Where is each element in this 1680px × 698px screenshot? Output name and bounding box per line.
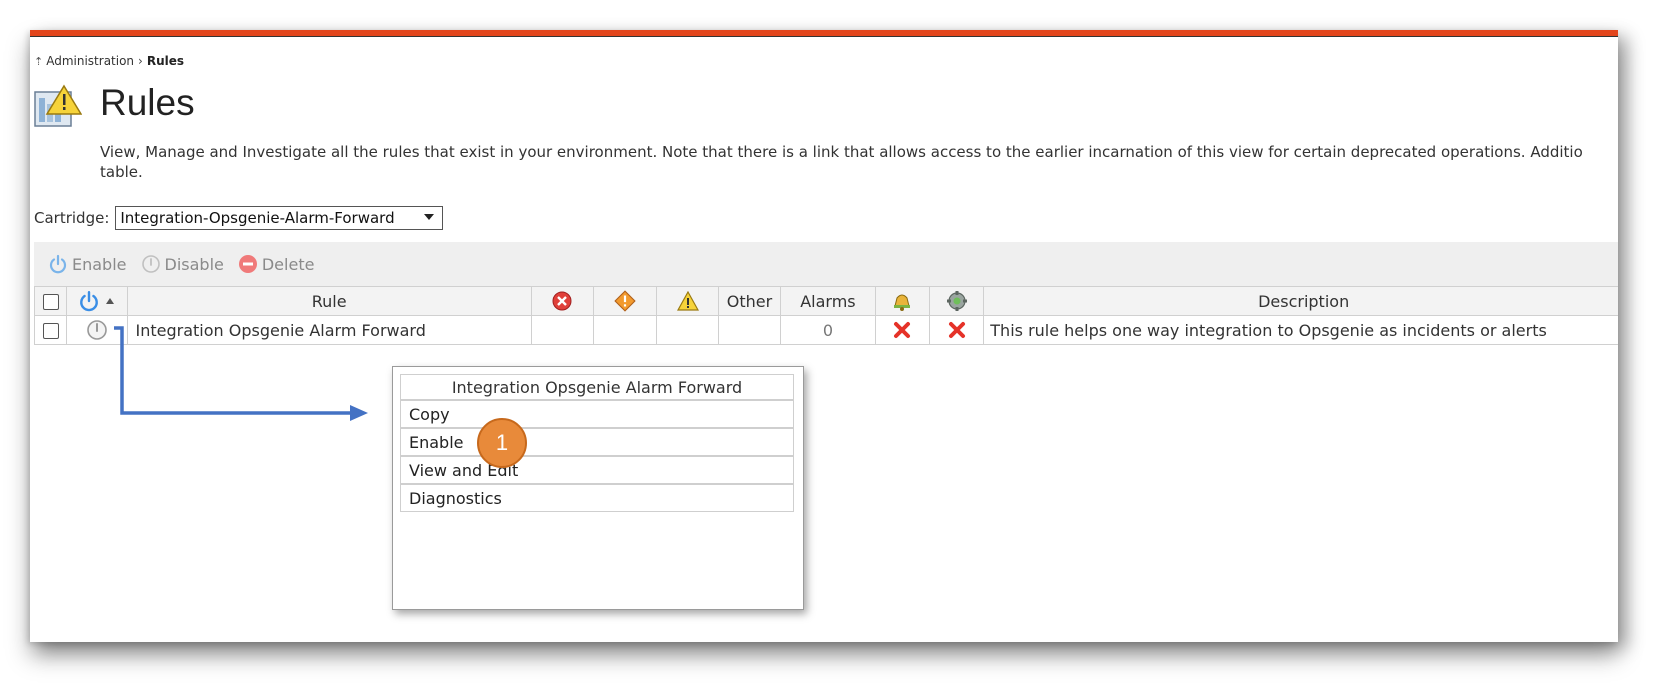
warning-column-header[interactable]: [656, 286, 719, 316]
rules-page-icon: [34, 84, 82, 127]
notification-icon: [894, 294, 911, 311]
critical-column-header[interactable]: [593, 286, 658, 316]
fatal-severity-icon: [552, 291, 572, 311]
menu-item-view-and-edit[interactable]: View and Edit: [400, 456, 794, 484]
bell-column-header[interactable]: [874, 286, 930, 316]
description-column-header[interactable]: Description: [983, 286, 1618, 316]
page-title: Rules: [100, 82, 195, 123]
delete-button[interactable]: Delete: [238, 254, 315, 274]
disable-button[interactable]: Disable: [141, 254, 224, 274]
menu-item-copy[interactable]: Copy: [400, 400, 794, 428]
disable-label: Disable: [164, 254, 224, 274]
up-level-icon[interactable]: ⇡: [34, 55, 43, 68]
select-all-header: [33, 286, 68, 316]
other-column-header[interactable]: Other: [717, 286, 782, 316]
breadcrumb: ⇡ Administration › Rules: [34, 54, 184, 68]
context-menu-title: Integration Opsgenie Alarm Forward: [400, 374, 794, 400]
rule-column-header[interactable]: Rule: [126, 286, 532, 316]
rule-name-cell[interactable]: Integration Opsgenie Alarm Forward: [126, 315, 532, 345]
enable-button[interactable]: Enable: [48, 254, 127, 274]
critical-severity-icon: [614, 290, 636, 312]
context-menu: Integration Opsgenie Alarm Forward Copy …: [392, 366, 804, 610]
delete-icon: [238, 255, 257, 273]
menu-item-enable[interactable]: Enable: [400, 428, 794, 456]
power-off-icon: [141, 255, 160, 273]
power-icon: [49, 254, 67, 274]
gear-icon: [946, 291, 967, 311]
breadcrumb-current: Rules: [146, 54, 185, 68]
row-checkbox[interactable]: [42, 323, 59, 339]
power-icon: [80, 290, 99, 312]
cartridge-label: Cartridge:: [34, 209, 110, 227]
action-column-header[interactable]: [928, 286, 985, 316]
alarms-count-cell: 0: [780, 315, 876, 345]
alarms-column-header[interactable]: Alarms: [780, 286, 876, 316]
row-status-cell: [66, 315, 128, 345]
sort-ascending-icon: [106, 298, 115, 304]
warning-severity-icon: [676, 291, 699, 311]
description-line-2: table.: [100, 163, 143, 181]
breadcrumb-separator: ›: [138, 54, 143, 68]
critical-cell: [593, 315, 658, 345]
red-x-icon: [948, 322, 965, 339]
status-column-header[interactable]: [66, 286, 128, 316]
select-all-checkbox[interactable]: [42, 294, 59, 310]
enable-label: Enable: [72, 254, 127, 274]
description-cell: This rule helps one way integration to O…: [983, 315, 1618, 345]
red-x-icon: [894, 322, 911, 339]
page-description: View, Manage and Investigate all the rul…: [100, 142, 1618, 182]
step-callout: 1: [477, 418, 527, 468]
toolbar: Enable Disable Delete: [34, 242, 1618, 286]
delete-label: Delete: [261, 254, 315, 274]
chevron-down-icon: [424, 214, 435, 220]
breadcrumb-parent[interactable]: Administration: [46, 54, 134, 68]
table-header-row: Rule Other Alarms Description: [33, 286, 1618, 316]
fatal-cell: [530, 315, 595, 345]
other-cell: [717, 315, 782, 345]
description-line-1: View, Manage and Investigate all the rul…: [100, 143, 1583, 161]
rules-table: Rule Other Alarms Description Integratio…: [33, 286, 1618, 345]
app-window: ⇡ Administration › Rules Rules View, Manage…: [30, 30, 1618, 642]
cartridge-select[interactable]: Integration-Opsgenie-Alarm-Forward: [115, 206, 444, 230]
fatal-column-header[interactable]: [530, 286, 595, 316]
row-checkbox-cell: [33, 315, 68, 345]
menu-item-diagnostics[interactable]: Diagnostics: [400, 484, 794, 512]
cartridge-row: Cartridge: Integration-Opsgenie-Alarm-Fo…: [34, 206, 444, 230]
disabled-status-icon[interactable]: [86, 319, 108, 341]
notification-cell: [874, 315, 930, 345]
table-row[interactable]: Integration Opsgenie Alarm Forward 0 Thi…: [33, 315, 1618, 345]
warning-cell: [656, 315, 719, 345]
action-cell: [928, 315, 985, 345]
cartridge-value: Integration-Opsgenie-Alarm-Forward: [120, 209, 395, 227]
